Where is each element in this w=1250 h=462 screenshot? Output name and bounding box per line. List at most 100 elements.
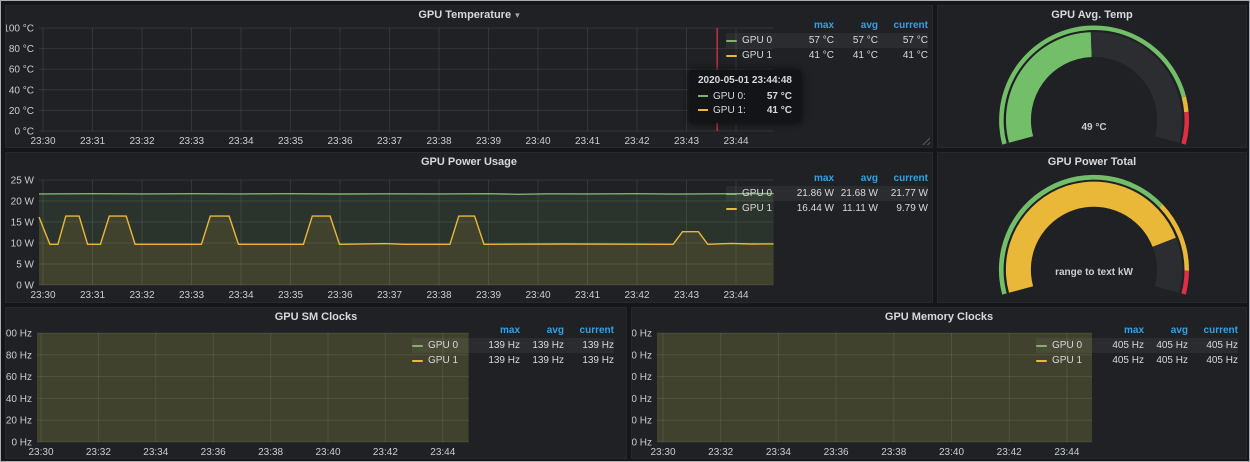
panel-title-gpu-avg-temp[interactable]: GPU Avg. Temp [938, 6, 1246, 24]
threshold-ring-segment-2 [1181, 271, 1189, 295]
legend-row-gpu-1[interactable]: GPU 141 °C41 °C41 °C [726, 48, 928, 63]
legend-header-max[interactable]: max [786, 173, 834, 184]
svg-text:25 W: 25 W [11, 176, 35, 187]
panel-title-gpu-temperature[interactable]: GPU Temperature ▾ [6, 6, 932, 24]
legend-series-name[interactable]: GPU 1 [726, 50, 786, 61]
legend-row-gpu-0[interactable]: GPU 0405 Hz405 Hz405 Hz [1036, 338, 1238, 353]
series-color-dash-icon [412, 345, 423, 347]
legend-gpu-memory-clocks: maxavgcurrentGPU 0405 Hz405 Hz405 HzGPU … [1036, 323, 1238, 368]
svg-text:23:35: 23:35 [278, 136, 303, 147]
svg-text:20 Hz: 20 Hz [632, 416, 652, 427]
legend-value: 405 Hz [1144, 340, 1188, 351]
tooltip-series-name: GPU 1: [713, 105, 746, 116]
tooltip-timestamp: 2020-05-01 23:44:48 [698, 75, 792, 86]
legend-value: 405 Hz [1096, 355, 1144, 366]
legend-value: 139 Hz [472, 340, 520, 351]
series-color-dash-icon [1036, 360, 1047, 362]
svg-text:23:40: 23:40 [939, 447, 964, 458]
legend-series-name[interactable]: GPU 0 [726, 188, 786, 199]
svg-text:40 °C: 40 °C [9, 85, 34, 96]
svg-text:23:39: 23:39 [476, 290, 501, 301]
legend-series-name[interactable]: GPU 1 [1036, 355, 1096, 366]
svg-text:23:44: 23:44 [1054, 447, 1079, 458]
svg-text:100 Hz: 100 Hz [632, 329, 652, 340]
svg-text:20 °C: 20 °C [9, 106, 34, 117]
svg-text:23:43: 23:43 [674, 136, 699, 147]
threshold-ring-segment-2 [1181, 112, 1189, 145]
legend-value: 405 Hz [1188, 355, 1238, 366]
svg-text:23:34: 23:34 [228, 290, 253, 301]
panel-gpu-temperature: GPU Temperature ▾ 0 °C20 °C40 °C60 °C80 … [5, 5, 933, 148]
legend-series-name[interactable]: GPU 0 [1036, 340, 1096, 351]
svg-text:23:40: 23:40 [525, 290, 550, 301]
legend-value: 405 Hz [1188, 340, 1238, 351]
svg-text:23:38: 23:38 [258, 447, 283, 458]
legend-header-current[interactable]: current [1188, 325, 1238, 336]
legend-header-avg[interactable]: avg [1144, 325, 1188, 336]
legend-row-gpu-1[interactable]: GPU 1405 Hz405 Hz405 Hz [1036, 353, 1238, 368]
legend-header-current[interactable]: current [878, 173, 928, 184]
legend-header-avg[interactable]: avg [520, 325, 564, 336]
legend-series-label: GPU 1 [742, 50, 772, 61]
legend-header-max[interactable]: max [1096, 325, 1144, 336]
panel-gpu-memory-clocks: GPU Memory Clocks 0 Hz20 Hz40 Hz60 Hz80 … [631, 307, 1247, 459]
grafana-dashboard: GPU Temperature ▾ 0 °C20 °C40 °C60 °C80 … [0, 0, 1250, 462]
svg-text:23:44: 23:44 [723, 136, 748, 147]
legend-gpu-power-usage: maxavgcurrentGPU 021.86 W21.68 W21.77 WG… [726, 171, 928, 216]
legend-value: 41 °C [834, 50, 878, 61]
svg-text:40 Hz: 40 Hz [6, 394, 32, 405]
svg-text:23:40: 23:40 [525, 136, 550, 147]
panel-gpu-power-total: GPU Power Total range to text kW [937, 152, 1247, 303]
tooltip-series-row: GPU 1:41 °C [698, 103, 792, 117]
legend-row-gpu-0[interactable]: GPU 021.86 W21.68 W21.77 W [726, 186, 928, 201]
legend-series-name[interactable]: GPU 0 [412, 340, 472, 351]
legend-series-label: GPU 1 [742, 203, 772, 214]
svg-text:23:31: 23:31 [80, 136, 105, 147]
panel-title-gpu-sm-clocks[interactable]: GPU SM Clocks [6, 308, 626, 326]
legend-value: 41 °C [786, 50, 834, 61]
svg-text:23:30: 23:30 [30, 290, 55, 301]
legend-row-gpu-1[interactable]: GPU 116.44 W11.11 W9.79 W [726, 201, 928, 216]
legend-series-label: GPU 0 [742, 35, 772, 46]
legend-row-gpu-0[interactable]: GPU 0139 Hz139 Hz139 Hz [412, 338, 614, 353]
tooltip-series-row: GPU 0:57 °C [698, 89, 792, 103]
legend-header-avg[interactable]: avg [834, 173, 878, 184]
legend-value: 405 Hz [1096, 340, 1144, 351]
svg-text:15 W: 15 W [11, 218, 35, 229]
legend-series-label: GPU 1 [1052, 355, 1082, 366]
svg-text:20 W: 20 W [11, 197, 35, 208]
series-color-dash-icon [698, 109, 708, 111]
legend-series-name[interactable]: GPU 1 [726, 203, 786, 214]
legend-series-name[interactable]: GPU 1 [412, 355, 472, 366]
svg-text:23:44: 23:44 [430, 447, 455, 458]
svg-text:80 Hz: 80 Hz [632, 350, 652, 361]
svg-text:23:43: 23:43 [674, 290, 699, 301]
svg-text:23:33: 23:33 [179, 136, 204, 147]
legend-series-name[interactable]: GPU 0 [726, 35, 786, 46]
legend-row-gpu-1[interactable]: GPU 1139 Hz139 Hz139 Hz [412, 353, 614, 368]
legend-header-row: maxavgcurrent [726, 171, 928, 186]
legend-value: 139 Hz [520, 340, 564, 351]
legend-gpu-temperature: maxavgcurrentGPU 057 °C57 °C57 °CGPU 141… [726, 18, 928, 63]
panel-title-gpu-power-usage[interactable]: GPU Power Usage [6, 153, 932, 171]
panel-title-gpu-power-total[interactable]: GPU Power Total [938, 153, 1246, 171]
legend-header-current[interactable]: current [564, 325, 614, 336]
svg-text:23:42: 23:42 [624, 290, 649, 301]
legend-row-gpu-0[interactable]: GPU 057 °C57 °C57 °C [726, 33, 928, 48]
svg-text:23:38: 23:38 [426, 290, 451, 301]
series-color-dash-icon [412, 360, 423, 362]
svg-text:23:41: 23:41 [575, 290, 600, 301]
legend-header-max[interactable]: max [472, 325, 520, 336]
series-fills [657, 333, 1092, 442]
legend-gpu-sm-clocks: maxavgcurrentGPU 0139 Hz139 Hz139 HzGPU … [412, 323, 614, 368]
legend-value: 21.77 W [878, 188, 928, 199]
legend-value: 139 Hz [472, 355, 520, 366]
panel-title-gpu-memory-clocks[interactable]: GPU Memory Clocks [632, 308, 1246, 326]
legend-series-label: GPU 0 [428, 340, 458, 351]
grid [39, 28, 773, 131]
legend-series-label: GPU 1 [428, 355, 458, 366]
svg-text:23:42: 23:42 [624, 136, 649, 147]
legend-value: 9.79 W [878, 203, 928, 214]
threshold-ring-segment-1 [1182, 96, 1189, 112]
panel-title-text: GPU SM Clocks [275, 311, 358, 323]
